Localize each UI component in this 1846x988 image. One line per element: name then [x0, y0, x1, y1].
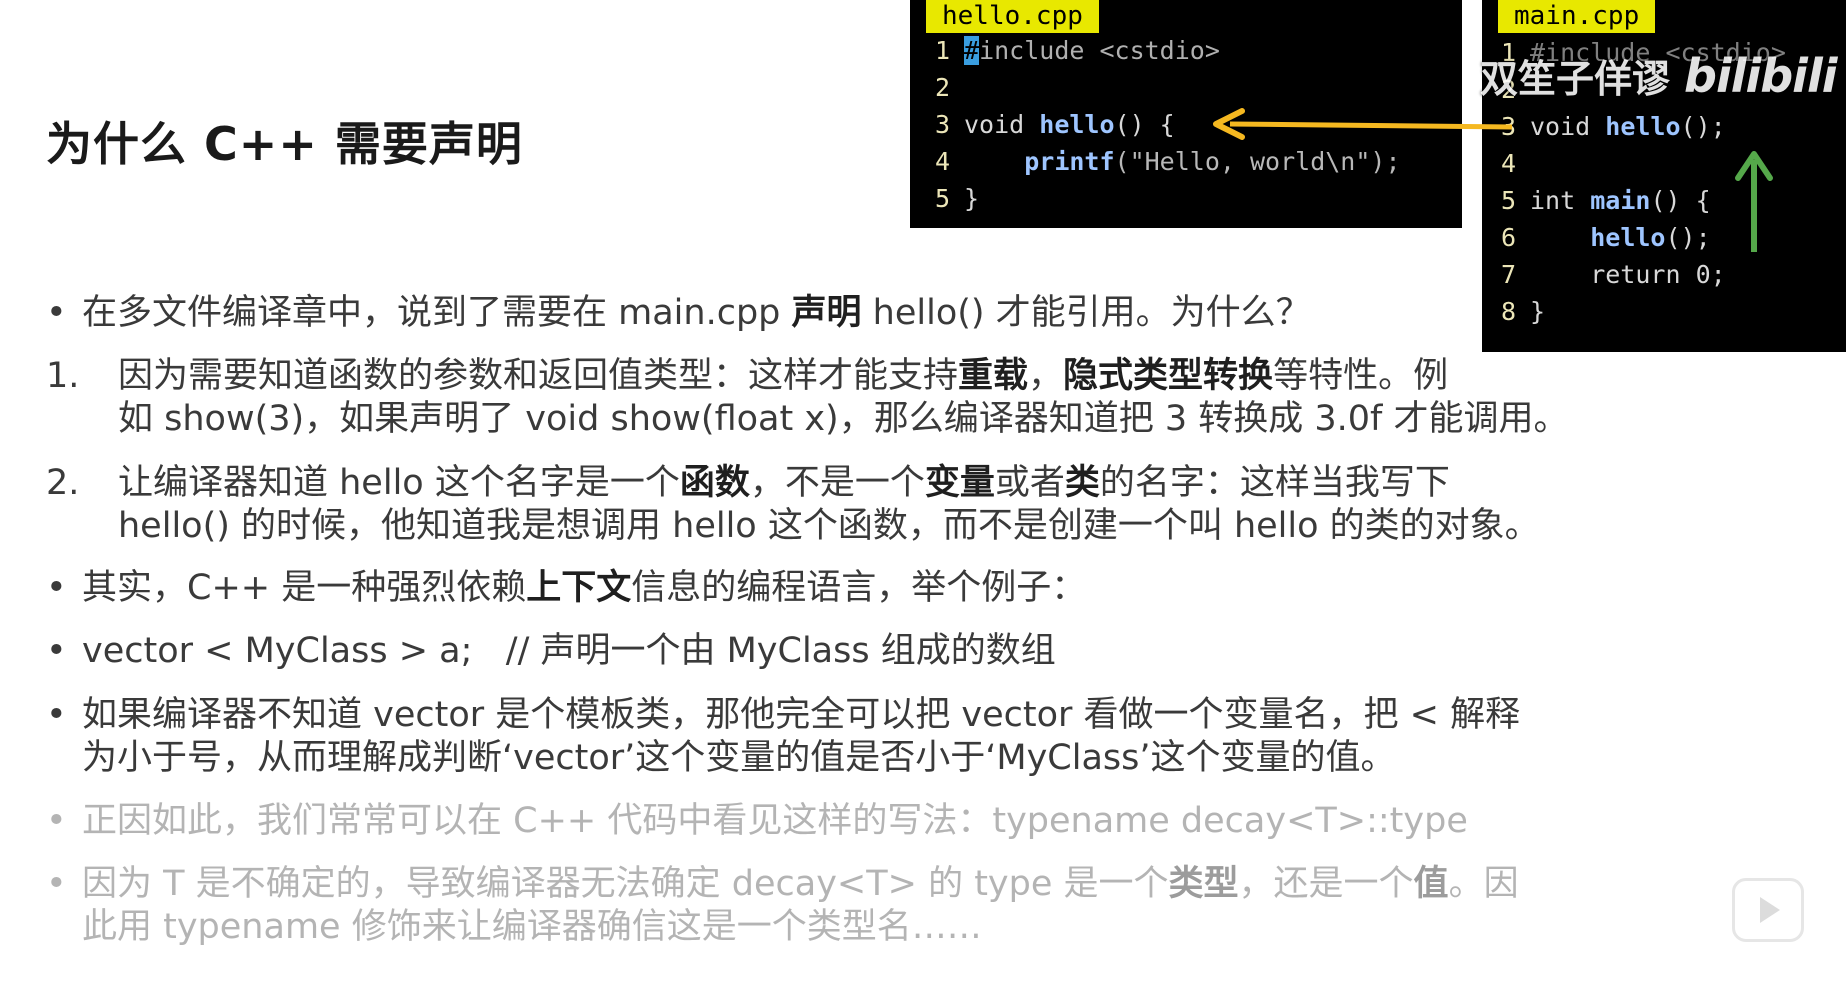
point-text: 让编译器知道 hello 这个名字是一个函数，不是一个变量或者类的名字：这样当我…: [118, 462, 1540, 548]
bullet-text: 因为 T 是不确定的，导致编译器无法确定 decay<T> 的 type 是一个…: [82, 863, 1519, 949]
bold-text: 函数: [679, 463, 750, 503]
text-run: 或者: [994, 463, 1065, 503]
text-run: ，还是一个: [1238, 864, 1414, 904]
text-run: 如 show(3)，如果声明了 void show(float x)，那么编译器…: [118, 399, 1569, 439]
bullet-text: 其实，C++ 是一种强烈依赖上下文信息的编程语言，举个例子：: [82, 567, 1086, 610]
bilibili-watermark: 双笙子佯谬 bilibili: [1480, 48, 1837, 103]
text-run: 此用 typename 修饰来让编译器确信这是一个类型名……: [82, 907, 982, 947]
green-arrow-icon: [1735, 151, 1773, 252]
text-run: ，不是一个: [749, 463, 925, 503]
bullet-mark: •: [46, 293, 67, 333]
bullet-mark: •: [46, 801, 67, 841]
bold-text: 上下文: [526, 568, 632, 608]
yellow-arrow-icon: [1213, 108, 1513, 140]
text-run: 如果编译器不知道 vector 是个模板类，那他完全可以把 vector 看做一…: [82, 695, 1521, 735]
bold-text: 值: [1413, 864, 1449, 904]
text-run: 。因: [1448, 864, 1519, 904]
text-run: 让编译器知道 hello 这个名字是一个: [118, 463, 680, 503]
bullet-mark: •: [46, 864, 67, 904]
text-run: hello() 才能引用。为什么？: [861, 293, 1311, 333]
text-run: 因为需要知道函数的参数和返回值类型：这样才能支持: [118, 356, 959, 396]
bold-text: 变量: [924, 463, 995, 503]
text-run: ，: [1028, 356, 1064, 396]
bullet-mark: •: [46, 631, 67, 671]
text-run: 的名字：这样当我写下: [1099, 463, 1450, 503]
bold-text: 重载: [958, 356, 1029, 396]
bold-text: 隐式类型转换: [1063, 356, 1274, 396]
bullet-mark: •: [46, 695, 67, 735]
play-button-icon[interactable]: [1732, 878, 1804, 942]
text-run: 在多文件编译章中，说到了需要在 main.cpp: [82, 293, 792, 333]
bullet-mark: •: [46, 568, 67, 608]
bold-text: 类型: [1168, 864, 1239, 904]
text-run: 为小于号，从而理解成判断‘vector’这个变量的值是否小于‘MyClass’这…: [82, 738, 1396, 778]
text-run: 因为 T 是不确定的，导致编译器无法确定 decay<T> 的 type 是一个: [82, 864, 1169, 904]
bullet-text: 如果编译器不知道 vector 是个模板类，那他完全可以把 vector 看做一…: [82, 694, 1520, 780]
bullet-text: vector < MyClass > a; // 声明一个由 MyClass 组…: [82, 631, 1056, 671]
bold-text: 声明: [791, 293, 862, 333]
text-run: 等特性。例: [1273, 356, 1449, 396]
text-run: 其实，C++ 是一种强烈依赖: [82, 568, 527, 608]
watermark-author: 双笙子佯谬: [1480, 57, 1671, 101]
text-run: hello() 的时候，他知道我是想调用 hello 这个函数，而不是创建一个叫…: [118, 506, 1540, 546]
text-run: 信息的编程语言，举个例子：: [631, 568, 1087, 608]
bold-text: 类: [1064, 463, 1100, 503]
bullet-text: 正因如此，我们常常可以在 C++ 代码中看见这样的写法：typename dec…: [82, 801, 1468, 841]
number-mark: 2.: [46, 463, 80, 503]
point-text: 因为需要知道函数的参数和返回值类型：这样才能支持重载，隐式类型转换等特性。例如 …: [118, 355, 1568, 441]
bullet-text: 在多文件编译章中，说到了需要在 main.cpp 声明 hello() 才能引用…: [82, 292, 1311, 335]
number-mark: 1.: [46, 356, 80, 396]
bilibili-logo-icon: bilibili: [1684, 49, 1837, 103]
